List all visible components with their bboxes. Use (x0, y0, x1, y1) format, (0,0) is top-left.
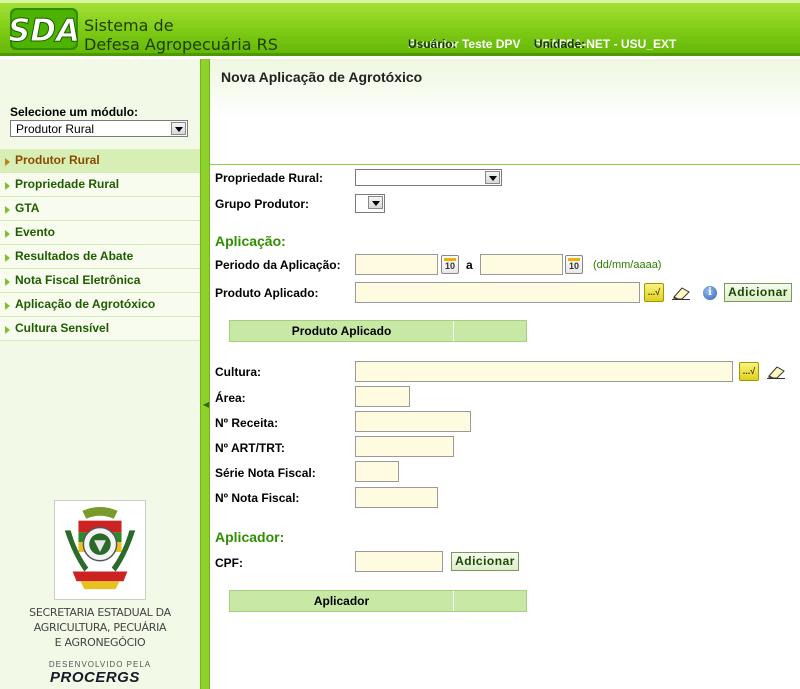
secretaria-line1: SECRETARIA ESTADUAL DA (29, 606, 171, 619)
grupo-produtor-label: Grupo Produtor: (215, 197, 309, 211)
aplicador-table-header: Aplicador (229, 590, 527, 612)
system-name: Sistema de Defesa Agropecuária RS (84, 16, 278, 54)
chevron-down-icon[interactable] (171, 122, 186, 135)
module-select[interactable]: Produtor Rural (10, 120, 188, 137)
coat-of-arms-icon (54, 500, 146, 600)
periodo-label: Periodo da Aplicação: (215, 258, 341, 272)
cpf-label: CPF: (215, 556, 243, 570)
calendar-icon[interactable]: 10 (441, 255, 459, 274)
developed-by-text: DESENVOLVIDO PELA (48, 660, 152, 669)
date-format-hint: (dd/mm/aaaa) (593, 259, 662, 271)
calendar-icon[interactable]: 10 (565, 255, 583, 274)
nota-fiscal-label: Nº Nota Fiscal: (215, 491, 300, 505)
sidebar-item-produtor-rural[interactable]: Produtor Rural (0, 149, 200, 173)
secretaria-line3: E AGRONEGÓCIO (54, 636, 146, 649)
adicionar-aplicador-button[interactable]: Adicionar (451, 552, 519, 571)
sidebar-item-cultura-sensivel[interactable]: Cultura Sensível (0, 317, 200, 341)
sidebar-item-aplicacao-de-agrotoxico[interactable]: Aplicação de Agrotóxico (0, 293, 200, 317)
eraser-icon[interactable] (671, 286, 691, 300)
sidebar: Selecione um módulo: Produtor Rural Prod… (0, 59, 200, 689)
periodo-start-input[interactable] (355, 254, 438, 275)
header-topline (0, 0, 800, 3)
aplicacao-section-title: Aplicação: (215, 233, 286, 249)
cultura-input[interactable] (355, 361, 733, 382)
cultura-label: Cultura: (215, 365, 261, 379)
receita-input[interactable] (355, 411, 471, 432)
adicionar-produto-button[interactable]: Adicionar (724, 283, 792, 302)
grupo-produtor-select[interactable] (355, 194, 385, 213)
secretaria-text: SECRETARIA ESTADUAL DA AGRICULTURA, PECU… (0, 605, 200, 650)
page-title: Nova Aplicação de Agrotóxico (221, 69, 423, 85)
sidebar-item-nota-fiscal-eletronica[interactable]: Nota Fiscal Eletrônica (0, 269, 200, 293)
aplicador-section-title: Aplicador: (215, 529, 285, 545)
svg-text:SDA: SDA (10, 13, 78, 49)
unit-label: Unidade: (533, 37, 586, 51)
produto-aplicado-label: Produto Aplicado: (215, 286, 319, 300)
propriedade-rural-select[interactable] (355, 169, 502, 186)
sidebar-menu: Produtor Rural Propriedade Rural GTA Eve… (0, 149, 200, 341)
art-trt-input[interactable] (355, 436, 454, 457)
sidebar-item-resultados-de-abate[interactable]: Resultados de Abate (0, 245, 200, 269)
aplicador-table-col-header: Aplicador (230, 591, 454, 611)
chevron-down-icon[interactable] (368, 196, 383, 209)
system-name-line2: Defesa Agropecuária RS (84, 35, 278, 54)
secretaria-line2: AGRICULTURA, PECUÁRIA (33, 621, 167, 634)
produto-aplicado-input[interactable] (355, 282, 640, 303)
header-bar: SDA Sistema de Defesa Agropecuária RS Us… (0, 0, 800, 56)
produto-table-header: Produto Aplicado (229, 320, 527, 342)
periodo-separator: a (466, 258, 473, 272)
serie-nota-fiscal-input[interactable] (355, 461, 399, 482)
page-title-bar: Nova Aplicação de Agrotóxico (210, 59, 800, 165)
nota-fiscal-input[interactable] (355, 487, 438, 508)
module-label: Selecione um módulo: (10, 105, 139, 119)
lookup-icon[interactable]: ...√ (739, 362, 759, 381)
lookup-icon[interactable]: ...√ (644, 283, 664, 302)
system-name-line1: Sistema de (84, 16, 174, 35)
user-label: Usuário: (408, 37, 457, 51)
serie-nota-fiscal-label: Série Nota Fiscal: (215, 466, 316, 480)
collapse-arrow-icon[interactable]: ◀ (203, 398, 209, 412)
module-select-value: Produtor Rural (16, 122, 95, 136)
propriedade-rural-label: Propriedade Rural: (215, 171, 324, 185)
main-content: Nova Aplicação de Agrotóxico Propriedade… (210, 59, 800, 689)
eraser-icon[interactable] (766, 365, 786, 379)
cpf-input[interactable] (355, 551, 443, 572)
receita-label: Nº Receita: (215, 416, 279, 430)
area-label: Área: (215, 391, 246, 405)
area-input[interactable] (355, 386, 410, 407)
sidebar-collapse-bar[interactable] (200, 59, 210, 689)
periodo-end-input[interactable] (480, 254, 563, 275)
sidebar-item-evento[interactable]: Evento (0, 221, 200, 245)
art-trt-label: Nº ART/TRT: (215, 441, 285, 455)
user-info: Usuário: Produtor Teste DPV Unidade: SEA… (408, 37, 676, 51)
sda-logo: SDA (10, 8, 78, 50)
sidebar-item-gta[interactable]: GTA (0, 197, 200, 221)
procergs-logo: PROCERGS (50, 669, 140, 686)
sidebar-item-propriedade-rural[interactable]: Propriedade Rural (0, 173, 200, 197)
produto-table-col-header: Produto Aplicado (230, 321, 454, 341)
app-window: SDA Sistema de Defesa Agropecuária RS Us… (0, 0, 800, 689)
info-icon[interactable]: i (703, 286, 717, 300)
chevron-down-icon[interactable] (485, 171, 500, 184)
